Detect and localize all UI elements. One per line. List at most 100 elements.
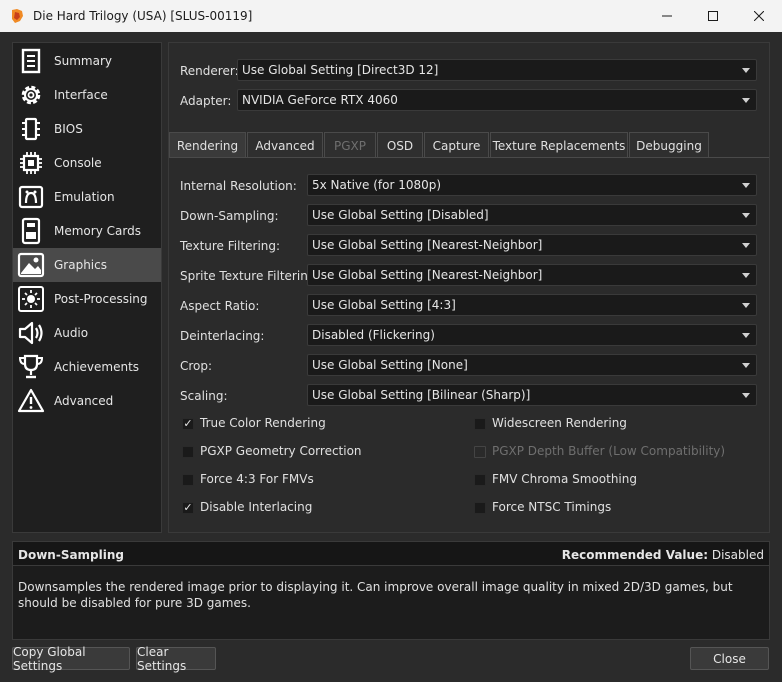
checkbox-label: True Color Rendering: [200, 416, 326, 430]
scaling-select[interactable]: Use Global Setting [Bilinear (Sharp)]: [307, 384, 757, 406]
post-processing-sun-icon: [18, 286, 44, 312]
minimize-button[interactable]: [644, 0, 690, 32]
minimize-icon: [662, 15, 672, 17]
console-cpu-icon: [20, 152, 42, 174]
description-header: Down-Sampling Recommended Value: Disable…: [13, 542, 769, 566]
down-sampling-select[interactable]: Use Global Setting [Disabled]: [307, 204, 757, 226]
checkbox-box: [182, 474, 194, 486]
down-sampling-label: Down-Sampling:: [180, 209, 279, 223]
sidebar-item-emulation[interactable]: Emulation: [13, 180, 161, 214]
chevron-down-icon: [742, 68, 750, 73]
sidebar-item-label: Graphics: [54, 258, 107, 272]
chevron-down-icon: [742, 213, 750, 218]
chevron-down-icon: [742, 273, 750, 278]
advanced-warning-icon: [17, 388, 45, 413]
scaling-value: Use Global Setting [Bilinear (Sharp)]: [312, 388, 531, 402]
tab-advanced[interactable]: Advanced: [247, 132, 323, 158]
sidebar-item-label: Console: [54, 156, 102, 170]
emulation-icon: [18, 185, 44, 209]
crop-label: Crop:: [180, 359, 213, 373]
checkmark-icon: ✓: [182, 417, 194, 430]
chevron-down-icon: [742, 98, 750, 103]
maximize-icon: [708, 11, 718, 21]
description-text: Downsamples the rendered image prior to …: [18, 580, 733, 610]
disable-interlacing-checkbox[interactable]: ✓ Disable Interlacing: [182, 499, 462, 517]
internal-resolution-value: 5x Native (for 1080p): [312, 178, 442, 192]
close-window-button[interactable]: [736, 0, 782, 32]
sidebar-item-label: Achievements: [54, 360, 140, 374]
checkmark-icon: ✓: [182, 501, 194, 514]
texture-filtering-label: Texture Filtering:: [180, 239, 281, 253]
sidebar-item-interface[interactable]: Interface: [13, 78, 161, 112]
sprite-texture-filtering-value: Use Global Setting [Nearest-Neighbor]: [312, 268, 543, 282]
interface-gear-icon: [21, 85, 41, 105]
summary-icon: [21, 48, 41, 74]
sidebar-item-label: Advanced: [54, 394, 114, 408]
sidebar-item-post-processing[interactable]: Post-Processing: [13, 282, 161, 316]
pgxp-geometry-correction-checkbox[interactable]: PGXP Geometry Correction: [182, 443, 462, 461]
adapter-select[interactable]: NVIDIA GeForce RTX 4060: [237, 89, 757, 111]
memory-card-icon: [21, 217, 41, 245]
aspect-ratio-label: Aspect Ratio:: [180, 299, 260, 313]
deinterlacing-label: Deinterlacing:: [180, 329, 265, 343]
checkbox-label: Disable Interlacing: [200, 500, 313, 514]
setting-description-panel: Down-Sampling Recommended Value: Disable…: [12, 541, 770, 640]
sidebar-item-graphics[interactable]: Graphics: [13, 248, 161, 282]
app-logo-icon: [12, 9, 23, 23]
sidebar-item-achievements[interactable]: Achievements: [13, 350, 161, 384]
force-ntsc-timings-checkbox[interactable]: Force NTSC Timings: [474, 499, 759, 517]
sidebar-item-memory-cards[interactable]: Memory Cards: [13, 214, 161, 248]
tab-texture-replacements[interactable]: Texture Replacements: [490, 132, 628, 158]
sidebar-item-summary[interactable]: Summary: [13, 44, 161, 78]
tab-divider: [169, 157, 769, 158]
tab-osd[interactable]: OSD: [377, 132, 423, 158]
checkbox-box: [474, 446, 486, 458]
maximize-button[interactable]: [690, 0, 736, 32]
sidebar-item-label: Summary: [54, 54, 112, 68]
internal-resolution-label: Internal Resolution:: [180, 179, 297, 193]
close-button[interactable]: Close: [690, 647, 769, 670]
renderer-select[interactable]: Use Global Setting [Direct3D 12]: [237, 59, 757, 81]
widescreen-rendering-checkbox[interactable]: Widescreen Rendering: [474, 415, 759, 433]
checkbox-box: [474, 418, 486, 430]
achievements-trophy-icon: [18, 354, 44, 379]
chevron-down-icon: [742, 363, 750, 368]
checkbox-label: Force 4:3 For FMVs: [200, 472, 314, 486]
copy-global-settings-button[interactable]: Copy Global Settings: [12, 645, 130, 673]
audio-speaker-icon: [18, 321, 43, 345]
fmv-chroma-smoothing-checkbox[interactable]: FMV Chroma Smoothing: [474, 471, 759, 489]
recommended-value-text: Disabled: [711, 548, 764, 562]
bios-chip-icon: [22, 117, 40, 141]
clear-settings-button[interactable]: Clear Settings: [136, 645, 216, 673]
graphics-image-icon: [17, 252, 45, 278]
pgxp-depth-buffer-checkbox[interactable]: PGXP Depth Buffer (Low Compatibility): [474, 443, 759, 461]
scaling-label: Scaling:: [180, 389, 228, 403]
sidebar-item-bios[interactable]: BIOS: [13, 112, 161, 146]
tab-rendering[interactable]: Rendering: [169, 132, 246, 158]
true-color-rendering-checkbox[interactable]: ✓ True Color Rendering: [182, 415, 462, 433]
chevron-down-icon: [742, 243, 750, 248]
sidebar-item-audio[interactable]: Audio: [13, 316, 161, 350]
settings-sidebar: Summary Interface BIOS Console Emulation…: [12, 42, 162, 533]
sidebar-item-advanced[interactable]: Advanced: [13, 384, 161, 418]
aspect-ratio-value: Use Global Setting [4:3]: [312, 298, 456, 312]
tab-pgxp[interactable]: PGXP: [324, 132, 376, 158]
sidebar-item-label: Emulation: [54, 190, 115, 204]
crop-select[interactable]: Use Global Setting [None]: [307, 354, 757, 376]
sidebar-item-label: Audio: [54, 326, 89, 340]
tab-capture[interactable]: Capture: [424, 132, 489, 158]
force-4-3-fmvs-checkbox[interactable]: Force 4:3 For FMVs: [182, 471, 462, 489]
tab-debugging[interactable]: Debugging: [629, 132, 709, 158]
sidebar-item-console[interactable]: Console: [13, 146, 161, 180]
checkbox-label: FMV Chroma Smoothing: [492, 472, 637, 486]
texture-filtering-select[interactable]: Use Global Setting [Nearest-Neighbor]: [307, 234, 757, 256]
sidebar-item-label: Post-Processing: [54, 292, 148, 306]
internal-resolution-select[interactable]: 5x Native (for 1080p): [307, 174, 757, 196]
texture-filtering-value: Use Global Setting [Nearest-Neighbor]: [312, 238, 543, 252]
deinterlacing-select[interactable]: Disabled (Flickering): [307, 324, 757, 346]
sprite-texture-filtering-select[interactable]: Use Global Setting [Nearest-Neighbor]: [307, 264, 757, 286]
sidebar-item-label: Memory Cards: [54, 224, 141, 238]
chevron-down-icon: [742, 303, 750, 308]
crop-value: Use Global Setting [None]: [312, 358, 468, 372]
aspect-ratio-select[interactable]: Use Global Setting [4:3]: [307, 294, 757, 316]
